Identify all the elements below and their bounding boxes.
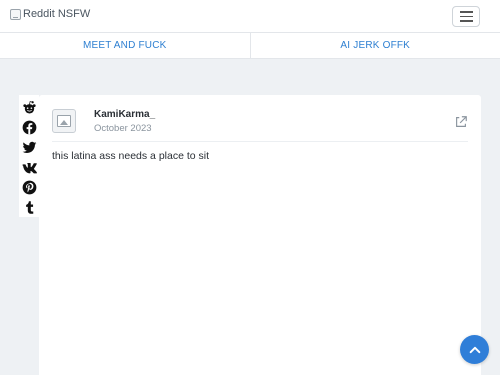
- logo-alt-text: Reddit NSFW: [23, 8, 91, 20]
- post-body-text: this latina ass needs a place to sit: [52, 150, 210, 162]
- post-divider: [52, 141, 468, 142]
- chevron-up-icon: [469, 346, 480, 353]
- tab-meet-and-fuck[interactable]: MEET AND FUCK: [0, 33, 250, 58]
- tab-ai-jerk-off[interactable]: AI JERK OFFK: [249, 33, 500, 58]
- share-arrow-icon[interactable]: [454, 115, 468, 129]
- image-placeholder-icon: [57, 115, 71, 127]
- facebook-icon[interactable]: [19, 117, 39, 137]
- top-tabs: MEET AND FUCK AI JERK OFFK: [0, 33, 500, 59]
- post-card: KamiKarma_ October 2023 this latina ass …: [39, 95, 481, 375]
- pinterest-icon[interactable]: [19, 177, 39, 197]
- scroll-to-top-button[interactable]: [460, 335, 489, 364]
- site-logo-link[interactable]: Reddit NSFW: [10, 8, 90, 20]
- vk-icon[interactable]: [19, 157, 39, 177]
- menu-toggle-button[interactable]: [452, 6, 480, 27]
- reddit-icon[interactable]: [19, 97, 39, 117]
- tumblr-icon[interactable]: [19, 197, 39, 217]
- post-username[interactable]: KamiKarma_: [94, 109, 155, 120]
- twitter-icon[interactable]: [19, 137, 39, 157]
- avatar[interactable]: [52, 109, 76, 133]
- navbar: Reddit NSFW: [0, 0, 500, 33]
- share-sidebar: [19, 95, 39, 217]
- broken-image-icon: [10, 8, 21, 20]
- hamburger-icon: [459, 11, 473, 13]
- post-date: October 2023: [94, 123, 152, 134]
